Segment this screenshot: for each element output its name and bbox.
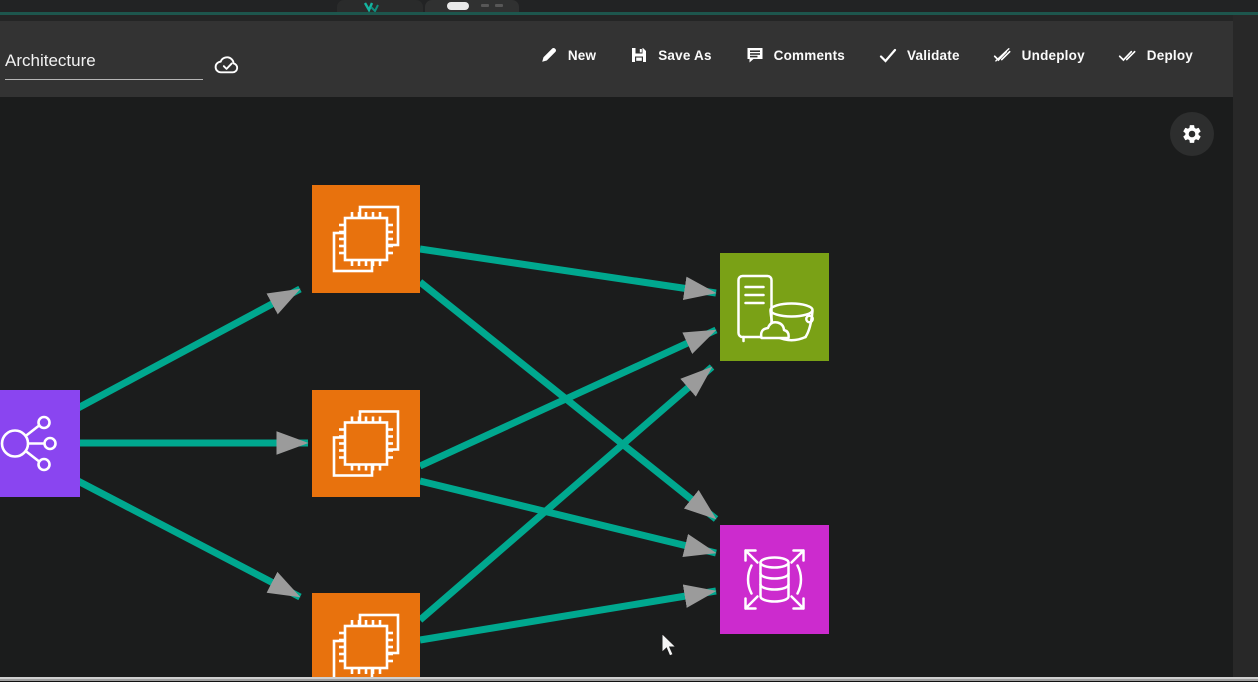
tab-text-fragment xyxy=(495,4,503,7)
toolbar-comments-button[interactable]: Comments xyxy=(745,45,845,65)
pencil-icon xyxy=(539,45,559,65)
toolbar-button-label: Deploy xyxy=(1147,48,1193,63)
edge-load-balancer-to-compute-1[interactable] xyxy=(78,289,300,408)
browser-tab-bar xyxy=(0,0,1258,12)
toolbar-new-button[interactable]: New xyxy=(539,45,596,65)
toolbar-undeploy-button[interactable]: Undeploy xyxy=(993,45,1085,65)
diagram-canvas[interactable] xyxy=(0,97,1233,677)
node-storage[interactable] xyxy=(720,253,829,361)
gear-icon xyxy=(1181,123,1203,145)
node-compute-2[interactable] xyxy=(312,390,420,497)
diagram-title-input[interactable] xyxy=(5,49,203,80)
toolbar-save-as-button[interactable]: Save As xyxy=(629,45,711,65)
tab-badge-icon xyxy=(447,2,469,10)
toolbar-button-label: Comments xyxy=(774,48,845,63)
double-check-icon xyxy=(1118,45,1138,65)
comment-icon xyxy=(745,45,765,65)
window-bottom-edge xyxy=(0,677,1258,681)
node-database[interactable] xyxy=(720,525,829,634)
canvas-settings-button[interactable] xyxy=(1170,112,1214,156)
diagram-layer xyxy=(0,97,1233,682)
right-scroll-area[interactable] xyxy=(1233,15,1258,677)
check-icon xyxy=(878,45,898,65)
edge-compute-3-to-database[interactable] xyxy=(420,591,716,640)
edge-load-balancer-to-compute-3[interactable] xyxy=(78,481,300,597)
editor-header: New Save As Comments Validate Undeploy Deploy xyxy=(0,21,1233,97)
app-window: New Save As Comments Validate Undeploy Deploy xyxy=(0,0,1258,681)
toolbar-button-label: New xyxy=(568,48,596,63)
toolbar-deploy-button[interactable]: Deploy xyxy=(1118,45,1193,65)
edge-compute-1-to-storage[interactable] xyxy=(420,249,716,293)
diagram-title-area xyxy=(5,49,243,80)
toolbar-button-label: Validate xyxy=(907,48,960,63)
app-logo-icon xyxy=(363,1,379,12)
browser-tab-fragment[interactable] xyxy=(337,0,423,12)
double-check-slash-icon xyxy=(993,45,1013,65)
node-compute-3[interactable] xyxy=(312,593,420,677)
node-load-balancer[interactable] xyxy=(0,390,80,497)
node-compute-1[interactable] xyxy=(312,185,420,293)
tab-text-fragment xyxy=(481,4,489,7)
toolbar-button-label: Undeploy xyxy=(1022,48,1085,63)
cloud-check-icon xyxy=(213,53,243,76)
toolbar-validate-button[interactable]: Validate xyxy=(878,45,960,65)
editor-toolbar: New Save As Comments Validate Undeploy Deploy xyxy=(539,45,1193,65)
floppy-icon xyxy=(629,45,649,65)
toolbar-button-label: Save As xyxy=(658,48,711,63)
browser-tab-fragment[interactable] xyxy=(425,0,519,12)
